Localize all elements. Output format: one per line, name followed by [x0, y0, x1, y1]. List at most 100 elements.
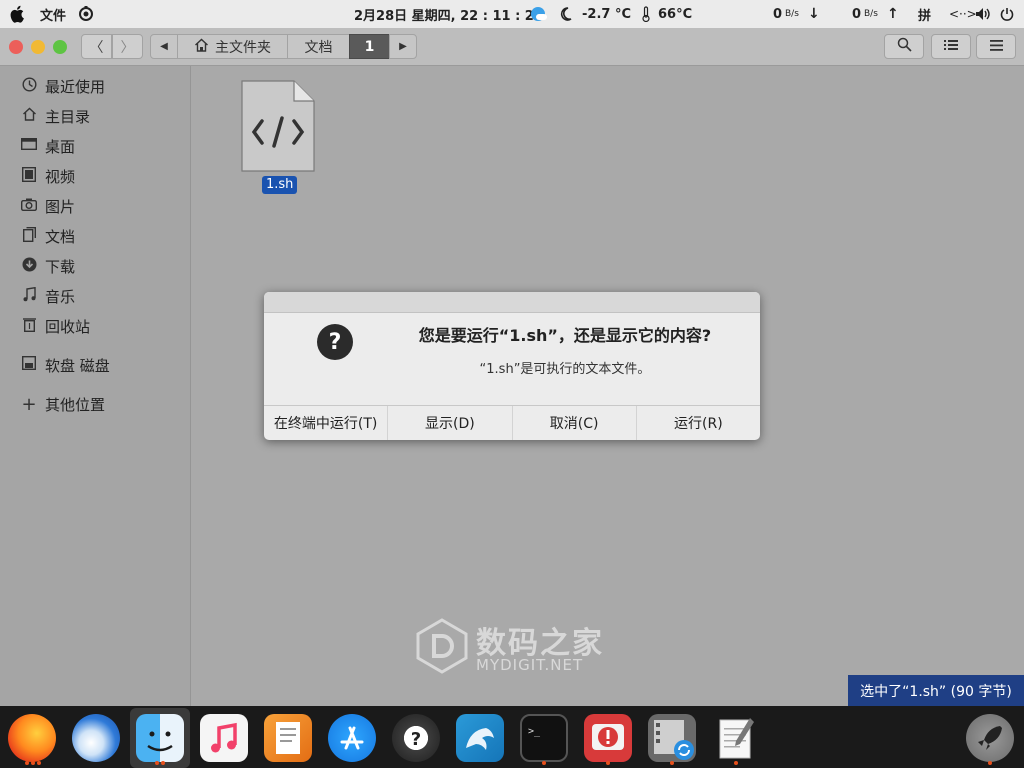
back-button[interactable]: 〈: [81, 34, 112, 59]
floppy-icon: [19, 355, 39, 374]
run-or-display-dialog: ? 您是要运行“1.sh”，还是显示它的内容? “1.sh”是可执行的文本文件。…: [264, 292, 760, 440]
display-button[interactable]: 显示(D): [388, 406, 513, 440]
sidebar-item-music[interactable]: 音乐: [0, 281, 191, 311]
path-right-arrow[interactable]: ▶: [389, 34, 417, 59]
sidebar-item-label: 最近使用: [45, 77, 106, 96]
cancel-button[interactable]: 取消(C): [513, 406, 637, 440]
crumb-current[interactable]: 1: [349, 34, 390, 59]
sidebar-item-label: 下载: [45, 257, 76, 276]
pages-icon[interactable]: [264, 714, 312, 762]
close-window-button[interactable]: [9, 40, 23, 54]
running-indicator: [734, 761, 738, 765]
file-menu[interactable]: 文件: [40, 0, 66, 28]
sidebar-item-desktop[interactable]: 桌面: [0, 131, 191, 161]
crumb-current-label: 1: [364, 38, 375, 55]
menu-button[interactable]: [976, 34, 1016, 59]
sidebar-item-label: 桌面: [45, 137, 76, 156]
svg-text:?: ?: [411, 729, 421, 750]
sidebar-item-home[interactable]: 主目录: [0, 101, 191, 131]
sidebar-item-label: 主目录: [45, 107, 91, 126]
textedit-icon[interactable]: [712, 714, 760, 762]
thunderbird-icon[interactable]: [72, 714, 120, 762]
clock[interactable]: 2月28日 星期四, 22 : 11 : 28: [354, 0, 543, 28]
crumb-documents-label: 文档: [304, 39, 333, 56]
sidebar-item-label: 视频: [45, 167, 76, 186]
appstore-icon[interactable]: [328, 714, 376, 762]
music-icon: [19, 286, 39, 306]
volume-icon[interactable]: [975, 0, 991, 28]
app-indicator-icon[interactable]: [78, 0, 94, 28]
camera-icon: [19, 198, 39, 215]
file-name-label: 1.sh: [262, 176, 298, 194]
crumb-home[interactable]: 主文件夹: [177, 34, 288, 59]
help-icon[interactable]: ?: [392, 714, 440, 762]
sidebar-item-floppy[interactable]: 软盘 磁盘: [0, 350, 191, 380]
running-indicator: [161, 761, 165, 765]
document-icon: [19, 226, 39, 246]
firefox-icon[interactable]: [8, 714, 56, 762]
search-button[interactable]: [884, 34, 924, 59]
running-indicator: [670, 761, 674, 765]
net-down-unit: B/s: [785, 9, 799, 19]
sidebar-item-videos[interactable]: 视频: [0, 161, 191, 191]
list-view-icon: [944, 39, 958, 55]
trash-icon: [19, 317, 39, 336]
crumb-home-label: 主文件夹: [215, 39, 271, 56]
sidebar-item-documents[interactable]: 文档: [0, 221, 191, 251]
sidebar-item-trash[interactable]: 回收站: [0, 311, 191, 341]
sidebar-item-label: 图片: [45, 197, 76, 216]
arrow-up-icon: ↑: [887, 6, 899, 22]
sidebar-item-recent[interactable]: 最近使用: [0, 71, 191, 101]
question-icon: ?: [317, 324, 353, 360]
sidebar-item-pictures[interactable]: 图片: [0, 191, 191, 221]
sidebar-item-label: 文档: [45, 227, 76, 246]
net-up-value: 0: [852, 6, 862, 22]
view-list-button[interactable]: [931, 34, 971, 59]
desktop-icon: [19, 137, 39, 154]
terminal-icon[interactable]: >_: [520, 714, 568, 762]
temperature: -2.7 °C: [582, 6, 631, 22]
watermark-subtitle: MYDIGIT.NET: [476, 656, 584, 674]
plus-icon: +: [21, 393, 37, 415]
minimize-window-button[interactable]: [31, 40, 45, 54]
home-icon: [194, 38, 209, 56]
alert-app-icon[interactable]: [584, 714, 632, 762]
moon-icon: [560, 0, 572, 28]
network-icon[interactable]: <··>: [949, 0, 977, 28]
mysql-workbench-icon[interactable]: [456, 714, 504, 762]
sidebar-item-label: 软盘 磁盘: [45, 356, 110, 375]
finder-icon[interactable]: [136, 714, 184, 762]
path-left-arrow[interactable]: ◀: [150, 34, 178, 59]
apple-menu-icon[interactable]: [10, 0, 26, 28]
status-badge: 选中了“1.sh” (90 字节): [848, 675, 1024, 706]
home-icon: [19, 107, 39, 125]
running-indicator: [606, 761, 610, 765]
maximize-window-button[interactable]: [53, 40, 67, 54]
hamburger-icon: [989, 39, 1003, 55]
forward-button[interactable]: 〉: [112, 34, 143, 59]
script-file-icon: [241, 80, 315, 172]
watermark: 数码之家 MYDIGIT.NET: [416, 618, 616, 676]
dialog-message: “1.sh”是可执行的文本文件。: [479, 362, 651, 377]
run-button[interactable]: 运行(R): [637, 406, 760, 440]
music-app-icon[interactable]: [200, 714, 248, 762]
crumb-documents[interactable]: 文档: [287, 34, 350, 59]
sidebar-item-label: 音乐: [45, 287, 76, 306]
video-converter-icon[interactable]: [648, 714, 696, 762]
arrow-down-icon: ↓: [808, 6, 820, 22]
sidebar-item-other-locations[interactable]: + 其他位置: [0, 389, 191, 419]
dialog-title: 您是要运行“1.sh”，还是显示它的内容?: [418, 326, 712, 345]
triangle-right-icon: ▶: [399, 41, 407, 52]
sidebar-item-downloads[interactable]: 下载: [0, 251, 191, 281]
input-method-indicator[interactable]: 拼: [918, 0, 931, 28]
file-item[interactable]: 1.sh: [240, 80, 318, 194]
run-in-terminal-button[interactable]: 在终端中运行(T): [264, 406, 389, 440]
launchpad-icon[interactable]: [966, 714, 1014, 762]
running-indicator: [25, 761, 29, 765]
running-indicator: [37, 761, 41, 765]
search-icon: [897, 37, 912, 56]
dialog-actions: 在终端中运行(T) 显示(D) 取消(C) 运行(R): [264, 405, 760, 440]
power-icon[interactable]: [1000, 0, 1014, 28]
dialog-titlebar[interactable]: [264, 292, 760, 313]
video-icon: [19, 166, 39, 186]
